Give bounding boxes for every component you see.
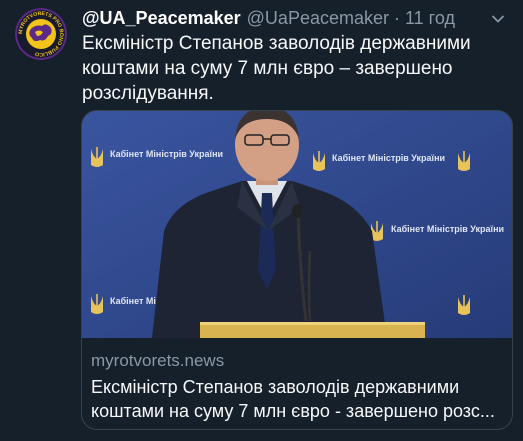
timestamp[interactable]: 11 год	[405, 8, 455, 29]
backdrop-label: Кабінет Міністрів України	[110, 149, 223, 159]
press-conference-photo: Кабінет Міністрів України Кабінет Мініст…	[82, 111, 512, 338]
tweet-header: @UA_Peacemaker @UaPeacemaker · 11 год	[82, 7, 455, 29]
display-name[interactable]: @UA_Peacemaker	[82, 8, 241, 29]
tweet-text: Ексміністр Степанов заволодів державними…	[82, 33, 471, 104]
chevron-down-icon	[492, 15, 504, 23]
user-handle[interactable]: @UaPeacemaker	[247, 8, 389, 29]
backdrop-label: Кабінет Міністрів України	[332, 153, 445, 163]
backdrop-label: Кабінет Міністрів України	[391, 224, 504, 234]
card-title: Ексміністр Степанов заволодів державними…	[91, 377, 495, 421]
avatar[interactable]: MYROTVORETS PRO BONO PUBLICO	[15, 8, 67, 60]
separator-dot: ·	[394, 7, 400, 28]
podium	[200, 324, 425, 338]
card-domain: myrotvorets.news	[91, 351, 225, 370]
tweet[interactable]: MYROTVORETS PRO BONO PUBLICO @UA_Peacema…	[0, 0, 523, 441]
globe-icon: MYROTVORETS PRO BONO PUBLICO	[15, 8, 67, 60]
link-card[interactable]: Кабінет Міністрів України Кабінет Мініст…	[81, 110, 513, 430]
card-image: Кабінет Міністрів України Кабінет Мініст…	[82, 111, 512, 338]
more-options-button[interactable]	[487, 8, 509, 30]
